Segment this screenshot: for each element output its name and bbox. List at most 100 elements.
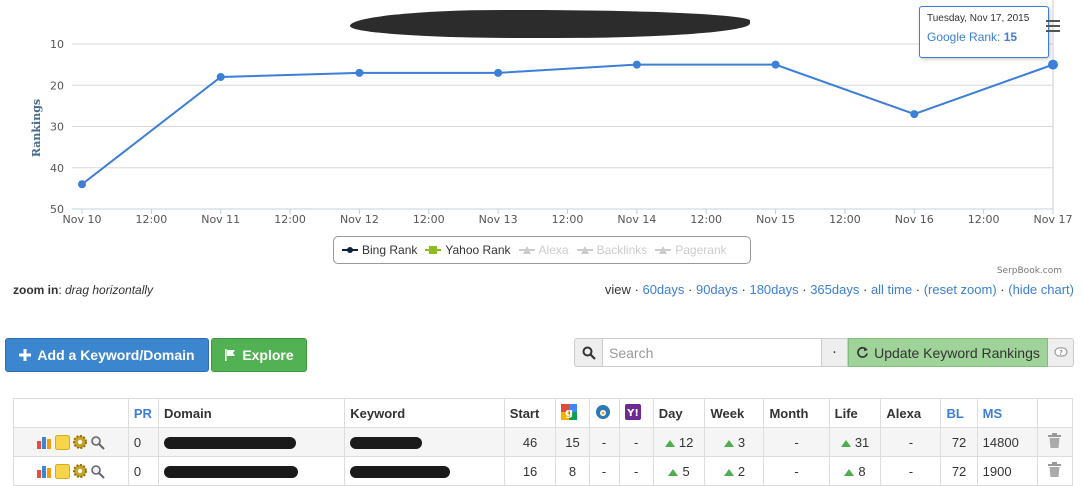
note-icon[interactable] xyxy=(54,434,70,450)
keyword-cell[interactable] xyxy=(344,456,505,486)
start-cell: 16 xyxy=(503,456,557,486)
chart-legend: Bing Rank Yahoo Rank Alexa Backlinks Pageran… xyxy=(333,236,751,264)
google-header[interactable]: g xyxy=(555,398,590,428)
search-options-dot[interactable]: · xyxy=(822,338,848,367)
add-keyword-button[interactable]: Add a Keyword/Domain xyxy=(5,338,209,372)
chart-credit[interactable]: SerpBook.com xyxy=(997,266,1062,276)
day-header[interactable]: Day xyxy=(652,398,706,428)
google-icon: g xyxy=(561,403,578,420)
actions-header xyxy=(13,398,129,428)
refresh-icon xyxy=(857,346,869,358)
note-icon[interactable] xyxy=(54,463,70,479)
search-input[interactable] xyxy=(602,338,822,367)
add-keyword-label: Add a Keyword/Domain xyxy=(37,347,195,363)
x-tick-label: Nov 12 xyxy=(340,213,379,226)
keyword-header[interactable]: Keyword xyxy=(344,398,505,428)
x-tick-label: Nov 17 xyxy=(1034,213,1073,226)
update-rankings-button[interactable]: Update Keyword Rankings xyxy=(848,338,1048,367)
data-point[interactable] xyxy=(216,73,225,81)
pr-header[interactable]: PR xyxy=(127,398,159,428)
google-rank-cell: 15 xyxy=(555,427,590,457)
data-point[interactable] xyxy=(355,68,364,77)
data-point[interactable] xyxy=(78,180,86,189)
up-arrow-icon xyxy=(723,439,734,447)
chart-bars-icon[interactable] xyxy=(36,464,53,478)
legend-item-yahoo-rank[interactable]: Yahoo Rank xyxy=(425,243,511,257)
x-tick-label: Nov 15 xyxy=(756,213,795,226)
x-tick-label: Nov 13 xyxy=(479,213,518,226)
data-point[interactable] xyxy=(910,110,919,119)
yahoo-header[interactable]: Y! xyxy=(618,398,654,428)
month-change-cell: - xyxy=(763,456,830,486)
start-header[interactable]: Start xyxy=(503,398,557,428)
bing-header[interactable] xyxy=(588,398,620,428)
start-cell: 46 xyxy=(503,427,557,457)
legend-item-alexa[interactable]: Alexa xyxy=(518,243,569,257)
magnifier-icon[interactable] xyxy=(90,464,105,479)
view-range-links: view · 60days · 90days · 180days · 365da… xyxy=(604,282,1074,297)
zoom-hint: zoom in: drag horizontally xyxy=(13,283,154,297)
keyword-table: PR Domain Keyword Start g Y! Day Week Mo… xyxy=(13,398,1074,486)
keyword-cell[interactable] xyxy=(344,427,505,457)
tooltip-rank: Google Rank: 15 xyxy=(927,30,1041,44)
pr-cell: 0 xyxy=(127,456,159,486)
up-arrow-icon xyxy=(723,468,734,476)
hamburger-menu-icon[interactable] xyxy=(1046,20,1060,32)
reset-zoom-link[interactable]: (reset zoom) xyxy=(924,282,997,297)
help-icon[interactable]: ? xyxy=(1048,338,1074,367)
view-365days-link[interactable]: 365days xyxy=(810,282,859,297)
trash-icon[interactable] xyxy=(1048,462,1062,477)
x-tick-label: Nov 14 xyxy=(617,213,656,226)
domain-cell[interactable] xyxy=(157,427,346,457)
tooltip-date: Tuesday, Nov 17, 2015 xyxy=(927,13,1030,24)
x-tick-label: 12:00 xyxy=(413,213,445,226)
week-change-cell: 2 xyxy=(704,456,765,486)
x-tick-label: Nov 11 xyxy=(201,213,240,226)
data-point[interactable] xyxy=(771,60,780,69)
explore-button[interactable]: Explore xyxy=(211,338,307,372)
view-90days-link[interactable]: 90days xyxy=(696,282,738,297)
view-180days-link[interactable]: 180days xyxy=(749,282,798,297)
data-point[interactable] xyxy=(1048,59,1058,70)
month-header[interactable]: Month xyxy=(763,398,830,428)
chart-series xyxy=(78,59,1058,189)
ms-header[interactable]: MS xyxy=(976,398,1038,428)
y-axis-title: Rankings xyxy=(30,99,43,157)
life-header[interactable]: Life xyxy=(828,398,882,428)
chart-bars-icon[interactable] xyxy=(36,435,53,449)
svg-text:g: g xyxy=(566,406,574,419)
explore-label: Explore xyxy=(242,347,294,363)
hide-chart-link[interactable]: (hide chart) xyxy=(1008,282,1074,297)
y-tick-label: 20 xyxy=(50,79,64,92)
redacted-domain xyxy=(163,437,296,450)
data-point[interactable] xyxy=(494,68,503,77)
legend-label: Pagerank xyxy=(675,243,727,257)
legend-label: Backlinks xyxy=(596,243,648,257)
alexa-cell: - xyxy=(880,427,942,457)
pr-cell: 0 xyxy=(127,427,159,457)
legend-item-bing-rank[interactable]: Bing Rank xyxy=(342,243,417,257)
view-all-time-link[interactable]: all time xyxy=(871,282,912,297)
magnifier-icon[interactable] xyxy=(90,435,105,450)
legend-marker-icon xyxy=(518,246,535,254)
bl-header[interactable]: BL xyxy=(940,398,978,428)
domain-cell[interactable] xyxy=(157,456,346,486)
gear-icon[interactable] xyxy=(72,434,88,450)
trash-icon[interactable] xyxy=(1048,433,1062,448)
legend-marker-icon xyxy=(576,246,593,254)
legend-item-backlinks[interactable]: Backlinks xyxy=(576,243,648,257)
domain-header[interactable]: Domain xyxy=(157,398,346,428)
data-point[interactable] xyxy=(632,60,641,69)
day-change-cell: 5 xyxy=(652,456,706,486)
gear-icon[interactable] xyxy=(72,463,88,479)
yahoo-rank-cell: - xyxy=(618,427,654,457)
view-label: view xyxy=(604,282,631,297)
zoom-label: zoom in xyxy=(13,283,59,297)
life-change-cell: 31 xyxy=(828,427,882,457)
week-header[interactable]: Week xyxy=(704,398,765,428)
legend-item-pagerank[interactable]: Pagerank xyxy=(655,243,727,257)
alexa-header[interactable]: Alexa xyxy=(880,398,942,428)
view-60days-link[interactable]: 60days xyxy=(642,282,684,297)
tooltip-label: Google Rank: xyxy=(927,30,1001,44)
month-change-cell: - xyxy=(763,427,830,457)
